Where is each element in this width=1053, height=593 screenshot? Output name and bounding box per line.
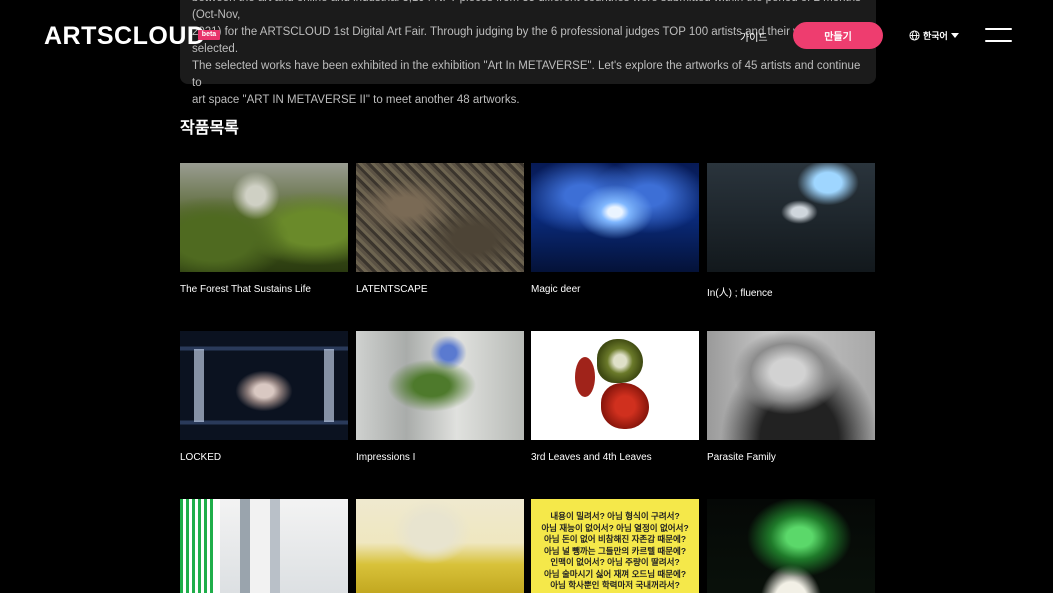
language-selector[interactable]: 한국어 — [909, 29, 959, 42]
artwork-thumbnail[interactable]: 내용이 밀려서? 아님 형식이 구려서? 아님 재능이 없어서? 아님 열정이 … — [531, 499, 699, 593]
guide-link[interactable]: 가이드 — [740, 29, 768, 44]
artwork-title[interactable]: LOCKED — [180, 452, 348, 463]
beta-badge: beta — [198, 30, 220, 40]
artwork-card[interactable]: Magic deer — [531, 163, 699, 295]
artwork-title[interactable]: LATENTSCAPE — [356, 284, 524, 295]
globe-icon — [909, 30, 920, 41]
artwork-card[interactable]: In(人) ; fluence — [707, 163, 875, 299]
hamburger-menu-icon[interactable] — [985, 28, 1012, 43]
artwork-thumbnail[interactable] — [707, 163, 875, 272]
artwork-title[interactable]: In(人) ; fluence — [707, 284, 875, 299]
artwork-card[interactable]: LATENTSCAPE — [356, 163, 524, 295]
poster-line: 아님 학사뿐인 학력마저 국내꺼라서? — [550, 580, 680, 590]
artwork-title[interactable]: 3rd Leaves and 4th Leaves — [531, 452, 699, 463]
artwork-thumbnail[interactable] — [180, 499, 348, 593]
artwork-title[interactable]: Impressions I — [356, 452, 524, 463]
artwork-thumbnail[interactable] — [180, 163, 348, 272]
artwork-thumbnail[interactable] — [180, 331, 348, 440]
poster-line: 아님 재능이 없어서? 아님 열정이 없어서? — [541, 522, 689, 533]
artwork-card[interactable]: The Forest That Sustains Life — [180, 163, 348, 295]
artwork-title[interactable]: Magic deer — [531, 284, 699, 295]
poster-line: 인맥이 없어서? 아님 주량이 딸려서? — [550, 557, 680, 567]
artwork-thumbnail[interactable] — [531, 331, 699, 440]
artwork-card[interactable]: 3rd Leaves and 4th Leaves — [531, 331, 699, 463]
artwork-thumbnail[interactable] — [356, 331, 524, 440]
header: ARTSCLOUD beta 가이드 만들기 한국어 — [0, 0, 1053, 70]
caret-down-icon — [950, 32, 959, 39]
create-button[interactable]: 만들기 — [793, 22, 883, 49]
language-label: 한국어 — [923, 31, 948, 41]
logo[interactable]: ARTSCLOUD — [44, 22, 205, 51]
artwork-thumbnail[interactable] — [356, 499, 524, 593]
artwork-thumbnail[interactable] — [356, 163, 524, 272]
description-line: art space "ART IN METAVERSE II" to meet … — [192, 94, 520, 106]
artwork-card[interactable]: 내용이 밀려서? 아님 형식이 구려서? 아님 재능이 없어서? 아님 열정이 … — [531, 499, 699, 593]
poster-line: 아님 널 뺑까는 그들만의 카르텔 때문에? — [543, 545, 687, 556]
poster-line: 아님 돈이 없어 비참해진 자존감 때문에? — [543, 534, 687, 544]
artwork-thumbnail[interactable] — [707, 499, 875, 593]
artwork-thumbnail[interactable] — [531, 163, 699, 272]
artwork-card[interactable]: Impressions I — [356, 331, 524, 463]
poster-line: 내용이 밀려서? 아님 형식이 구려서? — [550, 511, 680, 521]
artwork-thumbnail[interactable] — [707, 331, 875, 440]
poster-line: 아님 술마시기 싫어 재껴 오드님 때문에? — [543, 568, 687, 579]
artwork-card[interactable] — [356, 499, 524, 593]
artwork-title[interactable]: Parasite Family — [707, 452, 875, 463]
artwork-card[interactable]: LOCKED — [180, 331, 348, 463]
artwork-title[interactable]: The Forest That Sustains Life — [180, 284, 348, 295]
artwork-card[interactable] — [180, 499, 348, 593]
artwork-card[interactable]: Parasite Family — [707, 331, 875, 463]
artwork-card[interactable] — [707, 499, 875, 593]
section-title: 작품목록 — [180, 120, 239, 137]
